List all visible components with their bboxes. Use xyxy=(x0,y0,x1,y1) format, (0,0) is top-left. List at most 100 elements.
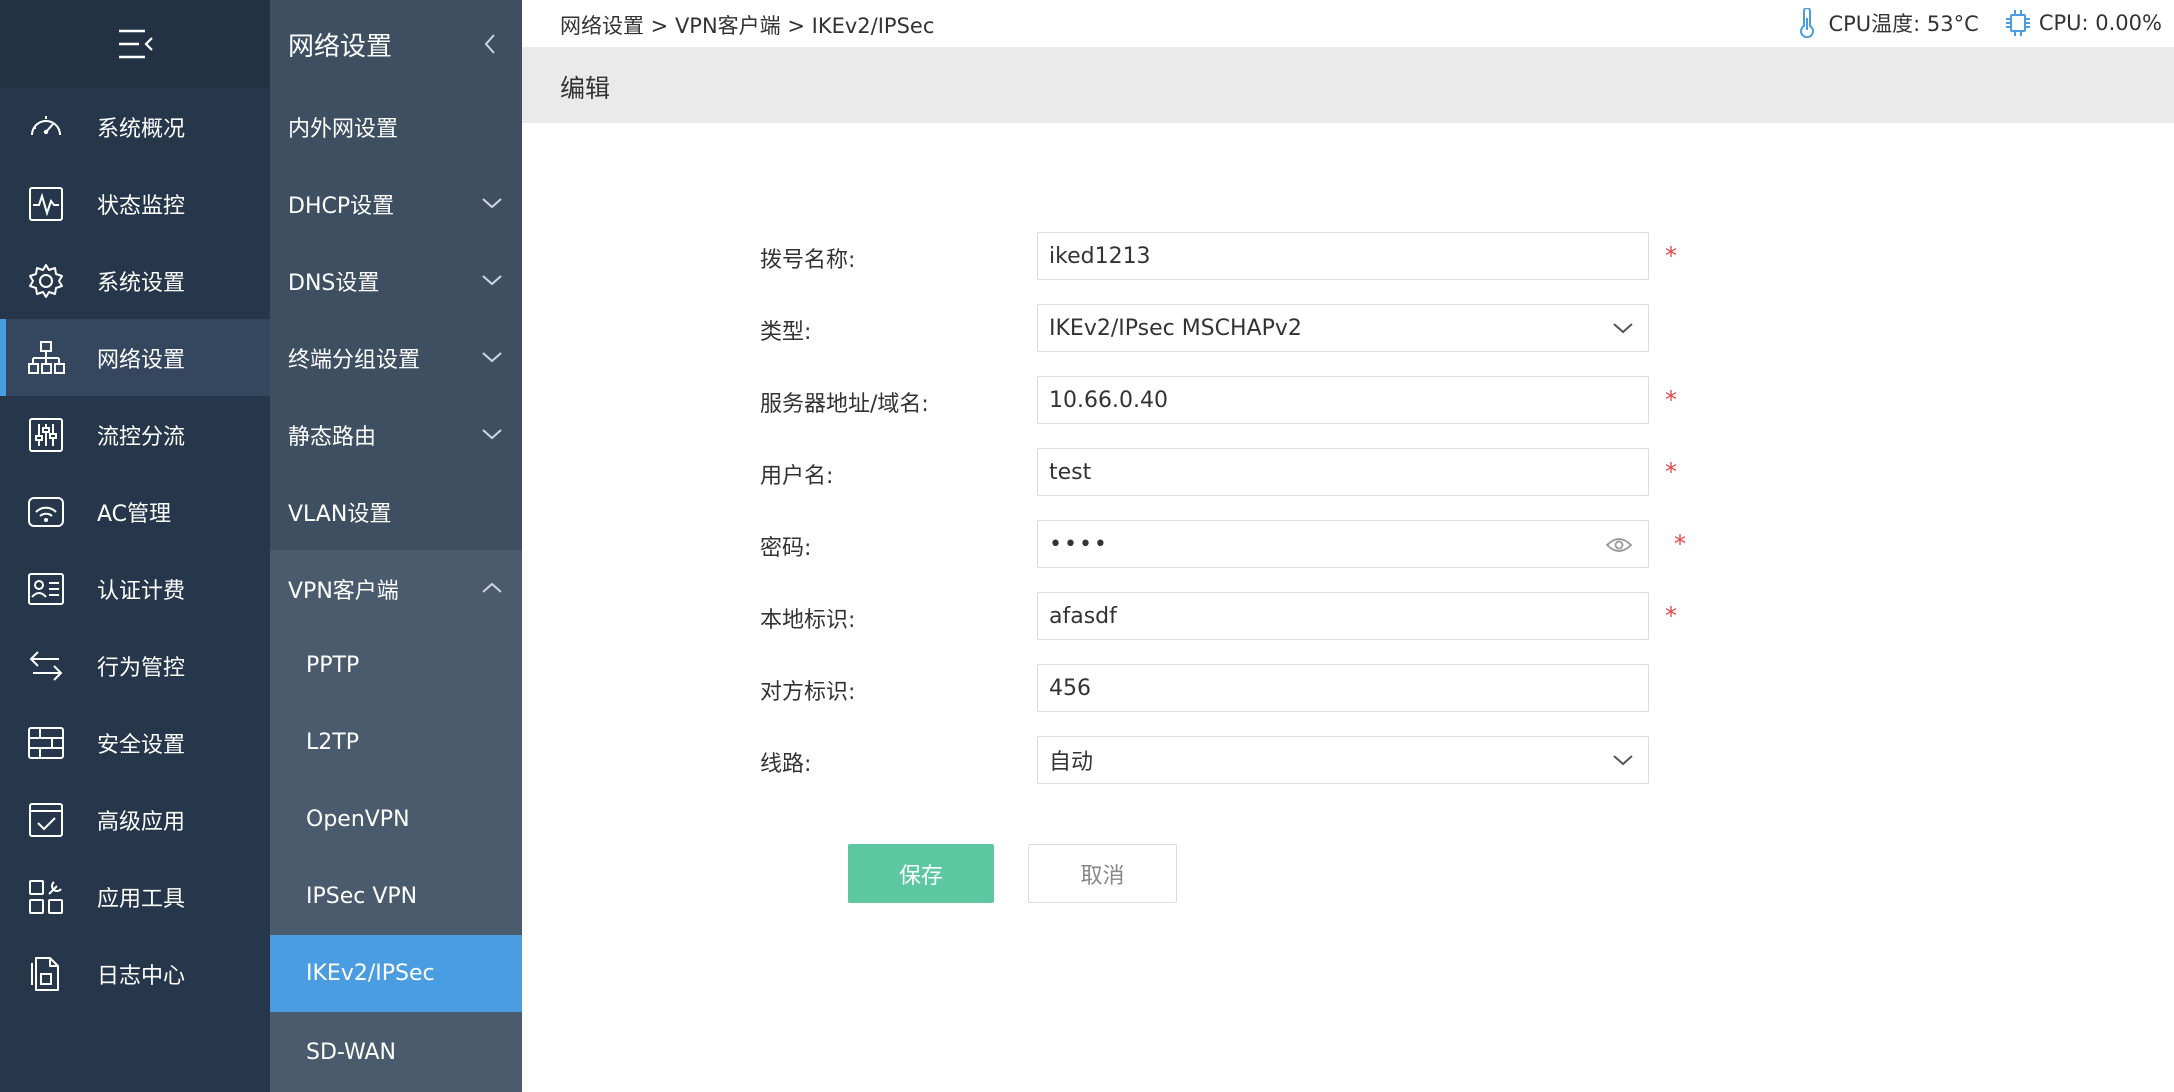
remote-id-label: 对方标识: xyxy=(760,680,856,705)
sub-nav-label: IKEv2/IPSec xyxy=(306,961,435,986)
sub-nav-item-ikev2-ipsec[interactable]: IKEv2/IPSec xyxy=(270,935,522,1012)
nav-item-app-tools[interactable]: 应用工具 xyxy=(0,858,270,935)
nav-label: AC管理 xyxy=(97,501,172,527)
sub-nav-label: PPTP xyxy=(306,653,360,678)
chevron-down-icon xyxy=(482,429,502,440)
sub-nav-label: 内外网设置 xyxy=(288,116,399,142)
dial-name-label: 拨号名称: xyxy=(760,248,856,273)
system-status: CPU温度: 53°C CPU: 0.00% xyxy=(1794,8,2162,38)
nav-item-overview[interactable]: 系统概况 xyxy=(0,88,270,165)
sub-nav-label: IPSec VPN xyxy=(306,884,418,909)
dial-name-value: iked1213 xyxy=(1049,243,1151,269)
sub-nav-item-vpn-client[interactable]: VPN客户端 xyxy=(270,550,522,627)
breadcrumb: 网络设置 > VPN客户端 > IKEv2/IPSec xyxy=(560,14,935,38)
sub-nav-label: SD-WAN xyxy=(306,1039,397,1065)
nav-item-traffic-control[interactable]: 流控分流 xyxy=(0,396,270,473)
cpu-usage: CPU: 0.00% xyxy=(2038,11,2162,35)
sub-sidebar-header: 网络设置 xyxy=(270,0,522,88)
sub-nav-label: 静态路由 xyxy=(288,424,377,450)
id-card-icon xyxy=(28,573,64,605)
tools-icon xyxy=(29,880,63,914)
password-input[interactable]: •••• xyxy=(1037,520,1649,568)
required-mark: * xyxy=(1665,386,1677,414)
remote-id-value: 456 xyxy=(1049,675,1091,701)
sub-nav-item-vlan[interactable]: VLAN设置 xyxy=(270,473,522,550)
page-title: 编辑 xyxy=(560,74,611,103)
top-bar: 网络设置 > VPN客户端 > IKEv2/IPSec CPU温度: 53°C … xyxy=(522,0,2174,46)
cpu-temperature: CPU温度: 53°C xyxy=(1828,12,1979,36)
sliders-icon xyxy=(29,418,63,452)
nav-item-security[interactable]: 安全设置 xyxy=(0,704,270,781)
sub-nav-item-sd-wan[interactable]: SD-WAN xyxy=(270,1012,522,1092)
nav-item-behavior-control[interactable]: 行为管控 xyxy=(0,627,270,704)
server-address-input[interactable]: 10.66.0.40 xyxy=(1037,376,1649,424)
arrows-icon xyxy=(29,651,63,681)
save-button[interactable]: 保存 xyxy=(848,844,994,903)
nav-item-advanced[interactable]: 高级应用 xyxy=(0,781,270,858)
chevron-up-icon xyxy=(482,582,502,593)
menu-collapse-icon xyxy=(119,29,153,59)
sub-nav-item-static-route[interactable]: 静态路由 xyxy=(270,396,522,473)
document-icon xyxy=(31,957,59,991)
type-select[interactable]: IKEv2/IPsec MSCHAPv2 xyxy=(1037,304,1649,352)
chevron-down-icon xyxy=(1613,755,1633,766)
required-mark: * xyxy=(1665,242,1677,270)
password-label: 密码: xyxy=(760,536,812,561)
nav-item-log-center[interactable]: 日志中心 xyxy=(0,935,270,1012)
sub-sidebar: 网络设置 内外网设置 DHCP设置 DNS设置 终端分组设置 静态路由 VLAN… xyxy=(270,0,522,1092)
line-select[interactable]: 自动 xyxy=(1037,736,1649,784)
sub-nav-label: 终端分组设置 xyxy=(288,347,421,373)
sub-nav-label: OpenVPN xyxy=(306,807,410,832)
sub-nav-item-openvpn[interactable]: OpenVPN xyxy=(270,781,522,858)
nav-label: 系统概况 xyxy=(97,116,186,142)
edit-header: 编辑 xyxy=(522,47,2174,123)
sub-nav-label: DNS设置 xyxy=(288,270,380,296)
nav-label: 行为管控 xyxy=(97,655,186,681)
sub-nav-item-ipsec-vpn[interactable]: IPSec VPN xyxy=(270,858,522,935)
server-label: 服务器地址/域名: xyxy=(760,392,929,417)
local-id-value: afasdf xyxy=(1049,603,1117,629)
chevron-left-icon[interactable] xyxy=(478,30,502,58)
checklist-icon xyxy=(29,803,63,837)
remote-id-input[interactable]: 456 xyxy=(1037,664,1649,712)
menu-toggle-button[interactable] xyxy=(0,0,270,88)
sub-nav-label: L2TP xyxy=(306,730,359,755)
dial-name-input[interactable]: iked1213 xyxy=(1037,232,1649,280)
line-label: 线路: xyxy=(760,752,812,777)
username-label: 用户名: xyxy=(760,464,834,489)
sub-nav-item-dhcp[interactable]: DHCP设置 xyxy=(270,165,522,242)
sub-nav-item-dns[interactable]: DNS设置 xyxy=(270,242,522,319)
nav-item-auth-billing[interactable]: 认证计费 xyxy=(0,550,270,627)
sub-nav-item-terminal-group[interactable]: 终端分组设置 xyxy=(270,319,522,396)
username-input[interactable]: test xyxy=(1037,448,1649,496)
eye-icon[interactable] xyxy=(1606,535,1632,555)
nav-item-monitor[interactable]: 状态监控 xyxy=(0,165,270,242)
nav-label: 系统设置 xyxy=(97,270,186,296)
sub-nav-item-pptp[interactable]: PPTP xyxy=(270,627,522,704)
nav-label: 流控分流 xyxy=(97,424,186,450)
sub-nav-label: VLAN设置 xyxy=(288,501,392,527)
chevron-down-icon xyxy=(1613,323,1633,334)
nav-item-network[interactable]: 网络设置 xyxy=(0,319,270,396)
type-value: IKEv2/IPsec MSCHAPv2 xyxy=(1049,315,1302,341)
sub-nav-item-l2tp[interactable]: L2TP xyxy=(270,704,522,781)
sub-nav-label: DHCP设置 xyxy=(288,193,395,219)
sub-sidebar-title: 网络设置 xyxy=(288,31,393,62)
sub-nav-item-wan-lan[interactable]: 内外网设置 xyxy=(270,88,522,165)
nav-label: 网络设置 xyxy=(97,347,186,373)
nav-label: 应用工具 xyxy=(97,886,186,912)
chevron-down-icon xyxy=(482,352,502,363)
sub-nav-label: VPN客户端 xyxy=(288,578,399,604)
required-mark: * xyxy=(1665,602,1677,630)
line-value: 自动 xyxy=(1049,750,1094,775)
dashboard-icon xyxy=(31,116,61,136)
nav-label: 状态监控 xyxy=(97,193,186,219)
chevron-down-icon xyxy=(482,198,502,209)
nav-label: 安全设置 xyxy=(97,732,186,758)
cancel-button[interactable]: 取消 xyxy=(1028,844,1177,903)
gear-icon xyxy=(29,264,63,298)
nav-item-ac-management[interactable]: AC管理 xyxy=(0,473,270,550)
password-value: •••• xyxy=(1049,531,1109,557)
nav-item-system-settings[interactable]: 系统设置 xyxy=(0,242,270,319)
local-id-input[interactable]: afasdf xyxy=(1037,592,1649,640)
